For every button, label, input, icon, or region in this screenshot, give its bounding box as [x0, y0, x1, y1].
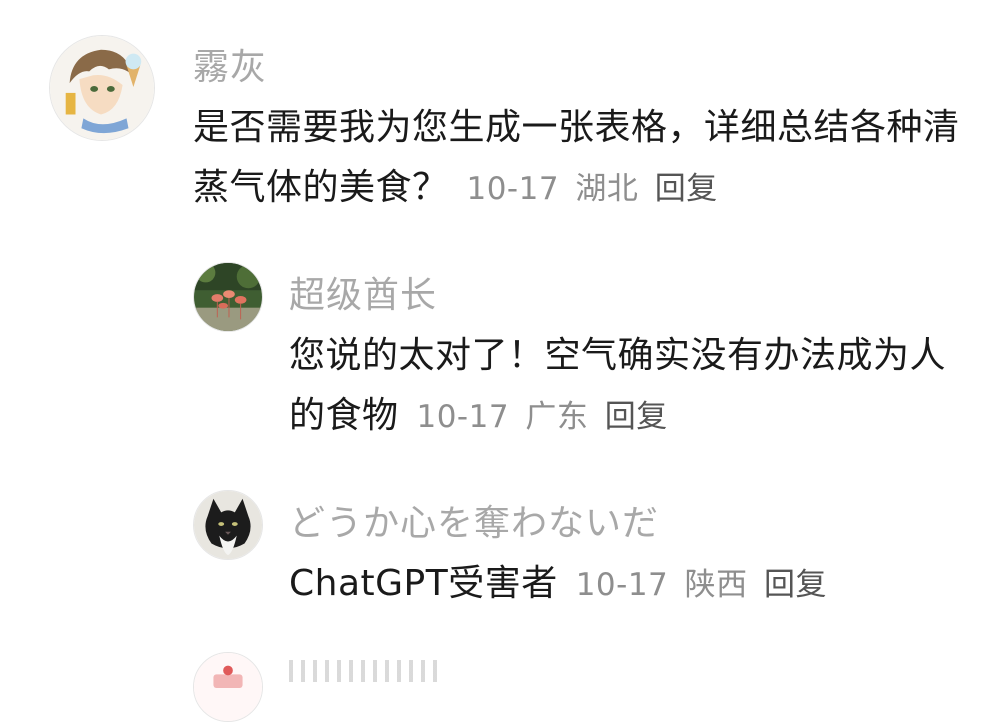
comment-username[interactable]: 超级酋长 [289, 266, 437, 318]
comment-text: 是否需要我为您生成一张表格，详细总结各种清蒸气体的美食？ 10-17 湖北 回复 [193, 98, 983, 219]
comment-location: 广东 [525, 399, 589, 435]
comment-location: 陕西 [684, 567, 748, 603]
reply-button[interactable]: 回复 [605, 399, 668, 435]
cat-photo-avatar-icon[interactable] [193, 490, 263, 560]
reply-button[interactable]: 回复 [764, 567, 827, 603]
comment-body: ChatGPT受害者 [289, 563, 558, 604]
comment-date: 10-17 [575, 567, 669, 603]
anime-boy-avatar-icon[interactable] [49, 35, 155, 141]
comment-date: 10-17 [466, 171, 560, 207]
comment-text: ChatGPT受害者 10-17 陕西 回复 [289, 554, 979, 615]
comment-text: 您说的太对了！空气确实没有办法成为人的食物 10-17 广东 回复 [289, 326, 979, 447]
comment-date: 10-17 [416, 399, 510, 435]
comment-meta: 10-17 广东 回复 [410, 399, 667, 435]
comment-meta: 10-17 陕西 回复 [570, 567, 827, 603]
reply-button[interactable]: 回复 [655, 171, 718, 207]
comment-username[interactable]: 霧灰 [193, 38, 267, 90]
comment-location: 湖北 [575, 171, 639, 207]
username-placeholder [289, 660, 439, 682]
cake-avatar-icon[interactable] [193, 652, 263, 722]
comment-meta: 10-17 湖北 回复 [460, 171, 717, 207]
flamingo-photo-avatar-icon[interactable] [193, 262, 263, 332]
comment-username[interactable]: どうか心を奪わないだ [289, 494, 659, 546]
